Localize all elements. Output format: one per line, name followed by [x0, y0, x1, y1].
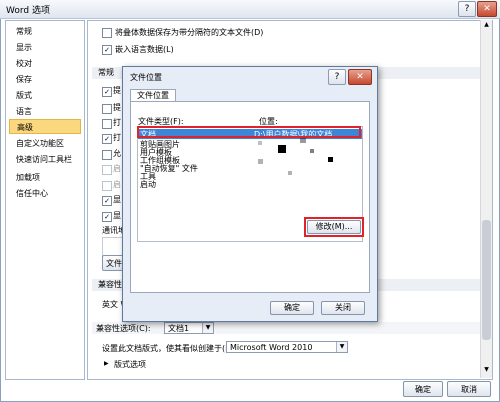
option-checkbox-2[interactable]	[102, 104, 112, 114]
options-scrollbar[interactable]: ▲ ▼	[480, 20, 492, 378]
redacted-block	[278, 145, 286, 153]
option-checkbox-1[interactable]: ✓	[102, 87, 112, 97]
embed-language-label: 嵌入语言数据(L)	[115, 45, 174, 54]
help-button[interactable]: ?	[458, 1, 476, 17]
chevron-down-icon[interactable]: ▼	[202, 323, 213, 333]
expand-arrow-icon[interactable]: ▶	[104, 360, 109, 367]
option-checkbox-3[interactable]	[102, 119, 112, 129]
save-form-data-checkbox[interactable]	[102, 28, 112, 38]
option-label-2: 提	[113, 103, 121, 112]
sidebar-item-addins[interactable]: 加载项	[9, 170, 81, 185]
compat-doc-value: 文档1	[168, 324, 190, 333]
option-label-6: 启	[113, 164, 121, 173]
option-checkbox-5[interactable]	[102, 150, 112, 160]
compat-options-label: 兼容性选项(C):	[96, 324, 151, 333]
window-titlebar[interactable]: Word 选项 ? ✕	[0, 0, 500, 19]
layout-label: 设置此文档版式，使其看似创建于(L):	[102, 344, 236, 353]
option-checkbox-9[interactable]: ✓	[102, 212, 112, 222]
layout-version-value: Microsoft Word 2010	[230, 343, 313, 352]
cancel-button[interactable]: 取消	[447, 381, 491, 397]
option-label-3: 打	[113, 118, 121, 127]
sidebar-item-save[interactable]: 保存	[9, 72, 81, 87]
dialog-close-button[interactable]: ✕	[348, 69, 372, 85]
ok-button[interactable]: 确定	[403, 381, 443, 397]
layout-options-label[interactable]: 版式选项	[114, 359, 146, 370]
sidebar-item-language[interactable]: 语言	[9, 104, 81, 119]
option-checkbox-8[interactable]: ✓	[102, 196, 112, 206]
option-label-1: 提	[113, 86, 121, 95]
option-label-9: 显	[113, 211, 121, 220]
dialog-help-button[interactable]: ?	[328, 69, 346, 85]
layout-version-select[interactable]: Microsoft Word 2010	[226, 341, 348, 353]
compat-options-row	[92, 322, 488, 334]
sidebar-item-trust-center[interactable]: 信任中心	[9, 186, 81, 201]
save-form-data-label: 将叠体数据保存为带分隔符的文本文件(D)	[115, 28, 264, 37]
scroll-thumb[interactable]	[482, 220, 491, 340]
embed-language-checkbox[interactable]: ✓	[102, 45, 112, 55]
redacted-block	[258, 159, 263, 164]
option-label-8: 显	[113, 195, 121, 204]
file-locations-dialog: 文件位置 ? ✕ 文件位置 文件类型(F): 位置: 文档 D:\用户数据\我的…	[122, 66, 378, 322]
highlight-documents-row	[137, 126, 361, 138]
redacted-block	[258, 141, 262, 145]
sidebar-item-advanced[interactable]: 高级	[9, 119, 81, 134]
scroll-down-icon[interactable]: ▼	[482, 366, 491, 375]
sidebar-item-display[interactable]: 显示	[9, 40, 81, 55]
dialog-tab-panel: 文件类型(F): 位置: 文档 D:\用户数据\我的文档 剪贴画图片 用户模板 …	[130, 101, 370, 293]
dialog-ok-button[interactable]: 确定	[270, 301, 314, 315]
window-title: Word 选项	[6, 6, 50, 16]
option-label-5: 允	[113, 149, 121, 158]
list-item[interactable]: 启动	[140, 179, 156, 190]
option-checkbox-4[interactable]: ✓	[102, 134, 112, 144]
sidebar-item-general[interactable]: 常规	[9, 24, 81, 39]
dialog-title: 文件位置	[130, 73, 162, 82]
sidebar-item-layout[interactable]: 版式	[9, 88, 81, 103]
option-label-4: 打	[113, 133, 121, 142]
option-checkbox-6[interactable]	[102, 165, 112, 175]
option-checkbox-7[interactable]	[102, 181, 112, 191]
option-label-7: 启	[113, 180, 121, 189]
sidebar: 常规 显示 校对 保存 版式 语言 高级 自定义功能区 快速访问工具栏 加载项 …	[5, 20, 85, 380]
redacted-block	[328, 157, 333, 162]
sidebar-item-quick-access-toolbar[interactable]: 快速访问工具栏	[9, 152, 81, 167]
scroll-up-icon[interactable]: ▲	[482, 21, 491, 30]
sidebar-item-customize-ribbon[interactable]: 自定义功能区	[9, 136, 81, 151]
sidebar-item-proofing[interactable]: 校对	[9, 56, 81, 71]
redacted-block	[288, 171, 292, 175]
highlight-modify-button	[304, 217, 364, 237]
close-button[interactable]: ✕	[477, 1, 497, 17]
redacted-block	[310, 149, 314, 153]
chevron-down-icon[interactable]: ▼	[336, 342, 347, 352]
dialog-close-action-button[interactable]: 关闭	[321, 301, 365, 315]
